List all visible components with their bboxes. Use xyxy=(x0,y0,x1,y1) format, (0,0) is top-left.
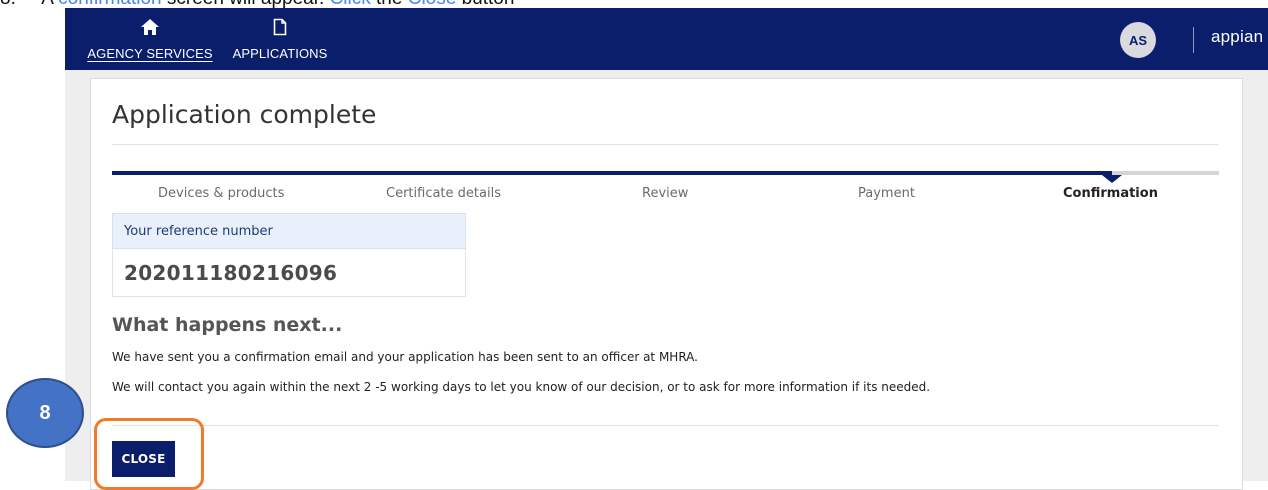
reference-label: Your reference number xyxy=(124,224,273,239)
reference-label-box: Your reference number xyxy=(112,213,466,249)
appian-logo: appian xyxy=(1211,27,1264,46)
tab-agency-services-label: AGENCY SERVICES xyxy=(87,46,213,61)
home-icon xyxy=(140,16,160,38)
progress-bar-remaining xyxy=(1112,171,1219,175)
document-icon xyxy=(273,16,287,38)
next-steps-line-2: We will contact you again within the nex… xyxy=(112,380,931,394)
progress-current-marker xyxy=(1102,175,1122,183)
avatar[interactable]: AS xyxy=(1120,22,1156,58)
nav-divider xyxy=(1193,27,1194,53)
title-divider xyxy=(112,144,1219,145)
tab-applications[interactable]: APPLICATIONS xyxy=(225,8,335,70)
step-confirmation: Confirmation xyxy=(1063,186,1158,201)
actions-divider xyxy=(112,425,1219,426)
step-certificate-details: Certificate details xyxy=(386,186,501,201)
highlight-callout-box xyxy=(94,418,204,490)
top-nav-bar: AGENCY SERVICES APPLICATIONS AS appian xyxy=(65,8,1268,70)
reference-number: 202011180216096 xyxy=(124,261,338,285)
next-steps-line-1: We have sent you a confirmation email an… xyxy=(112,350,698,364)
step-number-badge: 8 xyxy=(6,378,84,448)
progress-bar-completed xyxy=(112,171,1112,175)
next-steps-heading: What happens next... xyxy=(112,314,343,336)
page-title: Application complete xyxy=(112,100,377,129)
step-payment: Payment xyxy=(858,186,915,201)
step-review: Review xyxy=(642,186,689,201)
reference-value-box: 202011180216096 xyxy=(112,249,466,297)
tab-applications-label: APPLICATIONS xyxy=(232,46,328,61)
tab-agency-services[interactable]: AGENCY SERVICES xyxy=(85,8,215,70)
step-devices-products: Devices & products xyxy=(158,186,285,201)
instruction-line: 8. A confirmation screen will appear. Cl… xyxy=(0,0,900,9)
